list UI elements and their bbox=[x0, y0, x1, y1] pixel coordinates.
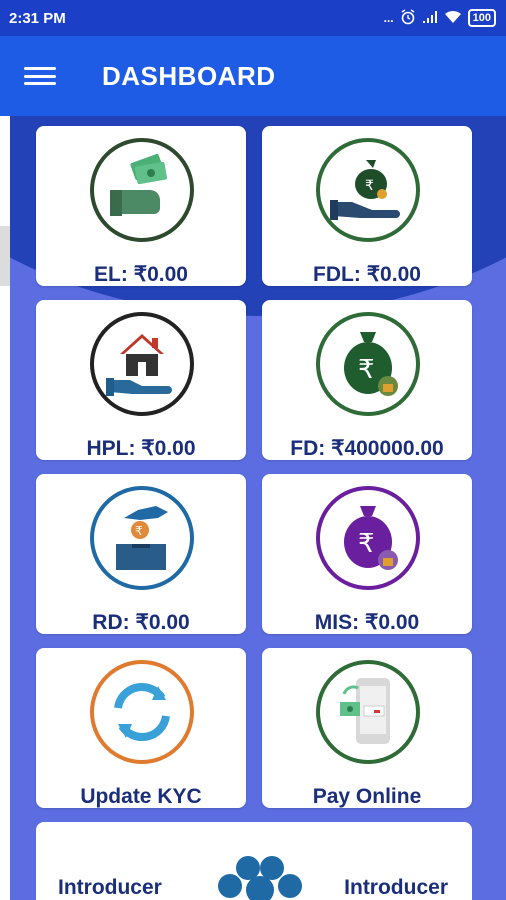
status-time: 2:31 PM bbox=[9, 9, 66, 27]
card-el-label: EL: ₹0.00 bbox=[94, 263, 188, 286]
people-group-icon bbox=[212, 852, 308, 900]
house-in-hand-icon bbox=[90, 312, 194, 416]
refresh-icon bbox=[90, 660, 194, 764]
card-fd[interactable]: ₹ FD: ₹400000.00 bbox=[262, 300, 472, 460]
card-fd-label: FD: ₹400000.00 bbox=[290, 437, 444, 460]
card-fdl[interactable]: ₹ FDL: ₹0.00 bbox=[262, 126, 472, 286]
background-strip bbox=[0, 116, 10, 900]
hamburger-menu-icon[interactable] bbox=[24, 62, 56, 90]
cash-in-hand-icon bbox=[90, 138, 194, 242]
battery-icon: 100 bbox=[467, 9, 496, 27]
card-hpl-label: HPL: ₹0.00 bbox=[86, 437, 196, 460]
card-rd-label: RD: ₹0.00 bbox=[92, 611, 190, 634]
svg-text:₹: ₹ bbox=[358, 355, 375, 385]
svg-text:₹: ₹ bbox=[135, 524, 143, 538]
card-mis[interactable]: ₹ MIS: ₹0.00 bbox=[262, 474, 472, 634]
card-introducer[interactable]: Introducer Introducer bbox=[36, 822, 472, 900]
wifi-icon bbox=[444, 10, 462, 27]
coin-deposit-box-icon: ₹ bbox=[90, 486, 194, 590]
page-title: DASHBOARD bbox=[102, 60, 276, 91]
dashboard-grid: EL: ₹0.00 ₹ FDL: ₹0.00 HPL: ₹0.00 ₹ FD: … bbox=[10, 116, 506, 900]
mobile-payment-icon bbox=[316, 660, 420, 764]
card-rd[interactable]: ₹ RD: ₹0.00 bbox=[36, 474, 246, 634]
cell-signal-icon bbox=[422, 10, 438, 27]
alarm-icon bbox=[400, 8, 416, 28]
money-bag-in-hand-icon: ₹ bbox=[316, 138, 420, 242]
card-fdl-label: FDL: ₹0.00 bbox=[313, 263, 421, 286]
app-bar: DASHBOARD bbox=[0, 36, 506, 116]
card-hpl[interactable]: HPL: ₹0.00 bbox=[36, 300, 246, 460]
introducer-right-label: Introducer bbox=[344, 876, 448, 899]
card-el[interactable]: EL: ₹0.00 bbox=[36, 126, 246, 286]
svg-text:₹: ₹ bbox=[358, 529, 375, 559]
locked-money-bag-icon: ₹ bbox=[316, 312, 420, 416]
card-pay-online[interactable]: Pay Online bbox=[262, 648, 472, 808]
svg-text:₹: ₹ bbox=[365, 178, 374, 194]
status-bar: 2:31 PM ... 100 bbox=[0, 0, 506, 36]
introducer-left-label: Introducer bbox=[58, 876, 162, 899]
purple-money-bag-icon: ₹ bbox=[316, 486, 420, 590]
status-icons: ... 100 bbox=[383, 8, 496, 28]
card-pay-online-label: Pay Online bbox=[312, 785, 422, 808]
notification-dots-icon: ... bbox=[383, 11, 394, 25]
card-mis-label: MIS: ₹0.00 bbox=[314, 611, 420, 634]
card-update-kyc-label: Update KYC bbox=[80, 785, 202, 808]
card-update-kyc[interactable]: Update KYC bbox=[36, 648, 246, 808]
